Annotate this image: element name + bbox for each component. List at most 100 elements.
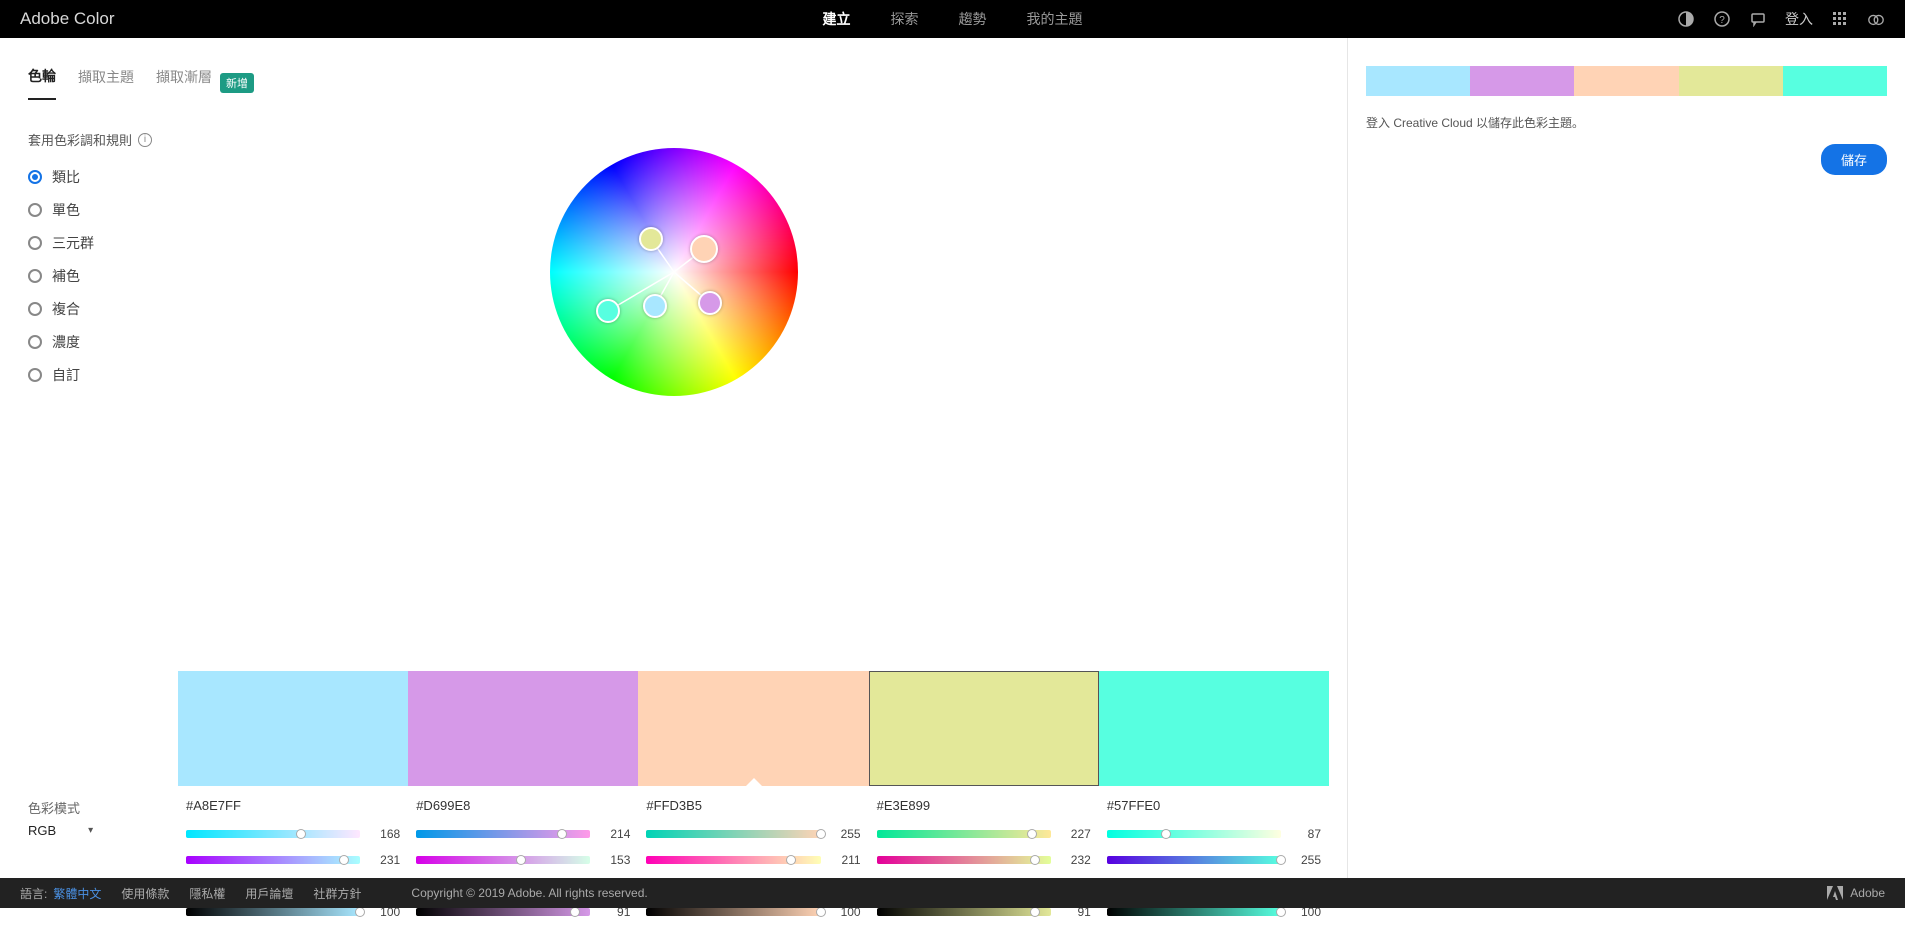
slider-track[interactable]	[416, 856, 590, 864]
slider-value[interactable]: 255	[1291, 853, 1321, 867]
hex-value[interactable]: #57FFE0	[1107, 798, 1321, 813]
slider-g[interactable]: 231	[186, 853, 400, 867]
mini-swatch-3[interactable]	[1679, 66, 1783, 96]
save-button[interactable]: 儲存	[1821, 144, 1887, 175]
wheel-handle-0[interactable]	[639, 227, 663, 251]
slider-track[interactable]	[646, 908, 820, 916]
login-link[interactable]: 登入	[1785, 9, 1813, 29]
swatch-4[interactable]	[1099, 671, 1329, 786]
slider-value[interactable]: 168	[370, 827, 400, 841]
wheel-lines	[550, 148, 798, 396]
radio-icon	[28, 368, 42, 382]
theme-icon[interactable]	[1677, 10, 1695, 28]
footer-link-用戶論壇[interactable]: 用戶論壇	[245, 885, 293, 902]
slider-track[interactable]	[1107, 830, 1281, 838]
color-mode-select[interactable]: RGB ▾	[28, 823, 178, 838]
slider-track[interactable]	[646, 856, 820, 864]
slider-r[interactable]: 227	[877, 827, 1091, 841]
slider-g[interactable]: 232	[877, 853, 1091, 867]
rule-label: 三元群	[52, 233, 94, 253]
lang-select[interactable]: 繁體中文	[53, 885, 101, 902]
slider-thumb[interactable]	[816, 829, 826, 839]
slider-thumb[interactable]	[516, 855, 526, 865]
swatch-3[interactable]	[869, 671, 1099, 786]
wheel-handle-3[interactable]	[698, 291, 722, 315]
slider-value[interactable]: 231	[370, 853, 400, 867]
mini-swatch-2[interactable]	[1574, 66, 1678, 96]
help-icon[interactable]: ?	[1713, 10, 1731, 28]
nav-我的主題[interactable]: 我的主題	[1027, 9, 1083, 29]
nav-探索[interactable]: 探索	[891, 9, 919, 29]
slider-value[interactable]: 214	[600, 827, 630, 841]
slider-thumb[interactable]	[786, 855, 796, 865]
slider-thumb[interactable]	[570, 907, 580, 917]
slider-thumb[interactable]	[1027, 829, 1037, 839]
slider-value[interactable]: 227	[1061, 827, 1091, 841]
cc-icon[interactable]	[1867, 10, 1885, 28]
tab-1[interactable]: 擷取主題	[78, 67, 134, 99]
slider-thumb[interactable]	[1161, 829, 1171, 839]
slider-r[interactable]: 255	[646, 827, 860, 841]
wheel-handle-1[interactable]	[690, 235, 718, 263]
slider-g[interactable]: 153	[416, 853, 630, 867]
mini-swatch-0[interactable]	[1366, 66, 1470, 96]
slider-thumb[interactable]	[1030, 855, 1040, 865]
rule-label: 濃度	[52, 332, 80, 352]
slider-thumb[interactable]	[339, 855, 349, 865]
slider-track[interactable]	[416, 830, 590, 838]
slider-r[interactable]: 87	[1107, 827, 1321, 841]
slider-value[interactable]: 87	[1291, 827, 1321, 841]
hex-value[interactable]: #D699E8	[416, 798, 630, 813]
slider-value[interactable]: 211	[831, 853, 861, 867]
mini-swatch-4[interactable]	[1783, 66, 1887, 96]
hex-value[interactable]: #A8E7FF	[186, 798, 400, 813]
slider-thumb[interactable]	[1276, 855, 1286, 865]
footer-link-隱私權[interactable]: 隱私權	[189, 885, 225, 902]
info-icon[interactable]: i	[138, 133, 152, 147]
nav-趨勢[interactable]: 趨勢	[959, 9, 987, 29]
slider-track[interactable]	[1107, 908, 1281, 916]
slider-track[interactable]	[186, 830, 360, 838]
hex-value[interactable]: #FFD3B5	[646, 798, 860, 813]
apps-icon[interactable]	[1831, 10, 1849, 28]
swatch-2[interactable]	[638, 671, 868, 786]
wheel-handle-4[interactable]	[596, 299, 620, 323]
slider-thumb[interactable]	[1030, 907, 1040, 917]
slider-thumb[interactable]	[296, 829, 306, 839]
tab-0[interactable]: 色輪	[28, 66, 56, 100]
slider-track[interactable]	[186, 908, 360, 916]
tab-2[interactable]: 擷取漸層	[156, 67, 212, 99]
color-wheel[interactable]	[550, 148, 798, 396]
slider-track[interactable]	[416, 908, 590, 916]
hex-value[interactable]: #E3E899	[877, 798, 1091, 813]
slider-value[interactable]: 232	[1061, 853, 1091, 867]
slider-r[interactable]: 168	[186, 827, 400, 841]
harmony-label-text: 套用色彩調和規則	[28, 130, 132, 149]
slider-r[interactable]: 214	[416, 827, 630, 841]
footer-link-使用條款[interactable]: 使用條款	[121, 885, 169, 902]
footer-link-社群方針[interactable]: 社群方針	[313, 885, 361, 902]
mini-swatch-1[interactable]	[1470, 66, 1574, 96]
radio-icon	[28, 170, 42, 184]
chevron-down-icon: ▾	[88, 825, 93, 836]
wheel-handle-2[interactable]	[643, 294, 667, 318]
top-header: Adobe Color 建立探索趨勢我的主題 ? 登入	[0, 0, 1905, 38]
slider-thumb[interactable]	[355, 907, 365, 917]
slider-value[interactable]: 255	[831, 827, 861, 841]
slider-g[interactable]: 211	[646, 853, 860, 867]
slider-thumb[interactable]	[816, 907, 826, 917]
slider-track[interactable]	[186, 856, 360, 864]
slider-value[interactable]: 153	[600, 853, 630, 867]
swatch-1[interactable]	[408, 671, 638, 786]
slider-track[interactable]	[877, 908, 1051, 916]
nav-建立[interactable]: 建立	[823, 9, 851, 29]
slider-track[interactable]	[646, 830, 820, 838]
swatch-0[interactable]	[178, 671, 408, 786]
slider-g[interactable]: 255	[1107, 853, 1321, 867]
slider-track[interactable]	[877, 830, 1051, 838]
slider-track[interactable]	[1107, 856, 1281, 864]
slider-thumb[interactable]	[1276, 907, 1286, 917]
chat-icon[interactable]	[1749, 10, 1767, 28]
slider-thumb[interactable]	[557, 829, 567, 839]
slider-track[interactable]	[877, 856, 1051, 864]
